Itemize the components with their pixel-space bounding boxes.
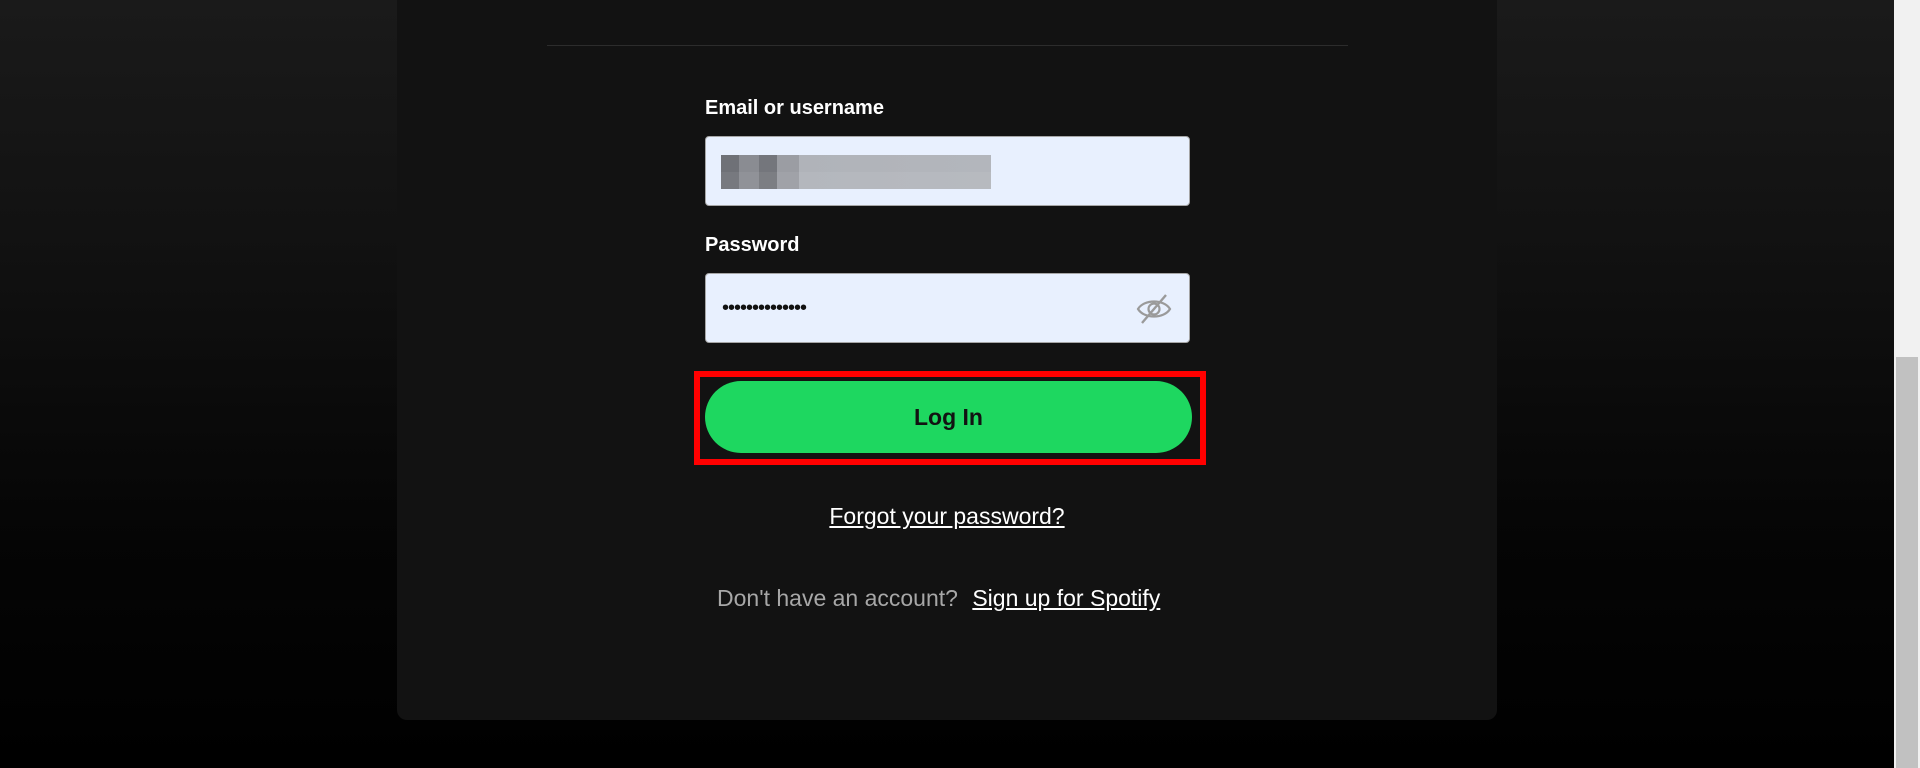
login-card <box>397 0 1497 720</box>
email-label: Email or username <box>705 97 884 119</box>
divider <box>547 45 1348 46</box>
password-label: Password <box>705 234 800 256</box>
password-field[interactable]: •••••••••••••• <box>705 273 1190 343</box>
signup-prompt: Don't have an account? <box>717 585 958 611</box>
login-button[interactable]: Log In <box>705 381 1192 453</box>
forgot-password-link[interactable]: Forgot your password? <box>0 503 1894 530</box>
password-value: •••••••••••••• <box>722 297 807 319</box>
eye-slash-icon[interactable] <box>1135 291 1173 327</box>
signup-link[interactable]: Sign up for Spotify <box>972 585 1160 611</box>
redacted-email-value <box>721 155 991 189</box>
email-field[interactable] <box>705 136 1190 206</box>
scrollbar-thumb[interactable] <box>1896 357 1918 768</box>
signup-row: Don't have an account? Sign up for Spoti… <box>717 585 1160 612</box>
